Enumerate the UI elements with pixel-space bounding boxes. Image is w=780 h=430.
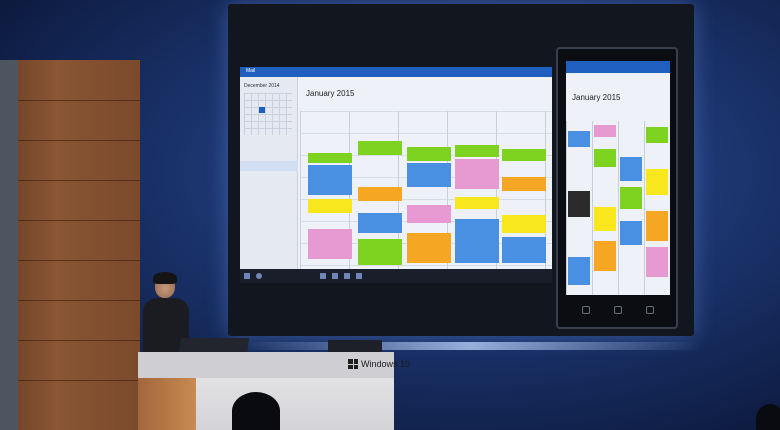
- calendar-event: [407, 163, 451, 187]
- calendar-event: [646, 211, 668, 241]
- podium-brand: Windows 10: [348, 357, 410, 371]
- podium-wood-panel: [138, 378, 196, 430]
- taskbar-app-icon: [320, 273, 326, 279]
- start-icon: [244, 273, 250, 279]
- audience-member: [756, 404, 780, 430]
- stage-light: [240, 342, 700, 350]
- phone-month-title: January 2015: [572, 93, 621, 102]
- mini-calendar-grid: [244, 93, 292, 135]
- presenter-hair: [153, 272, 177, 284]
- calendar-event: [502, 149, 546, 161]
- calendar-event: [646, 127, 668, 143]
- desktop-calendar-window: Mail December 2014 January 2015: [240, 67, 552, 283]
- mini-calendar-selected-day: [259, 107, 265, 113]
- calendar-event: [594, 125, 616, 137]
- calendar-event: [407, 147, 451, 161]
- calendar-event: [358, 213, 402, 233]
- calendar-event: [455, 197, 499, 209]
- wall-strip: [0, 60, 18, 430]
- home-icon: [614, 306, 622, 314]
- calendar-list-item: [240, 161, 298, 171]
- brand-text: Windows 10: [361, 359, 411, 369]
- phone-calendar-screen: January 2015: [566, 61, 670, 295]
- calendar-event: [620, 157, 642, 181]
- calendar-event: [502, 237, 546, 263]
- taskbar-app-icon: [356, 273, 362, 279]
- wood-wall: [0, 60, 140, 430]
- calendar-event: [308, 153, 352, 163]
- phone-device: January 2015: [556, 47, 678, 329]
- calendar-event: [620, 187, 642, 209]
- audience-member: [232, 392, 280, 430]
- search-icon: [646, 306, 654, 314]
- calendar-event: [502, 177, 546, 191]
- calendar-event: [455, 219, 499, 263]
- calendar-event: [358, 187, 402, 201]
- calendar-event: [407, 205, 451, 223]
- taskbar-app-icon: [344, 273, 350, 279]
- calendar-event: [358, 239, 402, 265]
- calendar-event: [594, 149, 616, 167]
- calendar-event: [455, 145, 499, 157]
- window-title: Mail: [246, 68, 256, 74]
- calendar-event: [407, 233, 451, 263]
- search-icon: [256, 273, 262, 279]
- calendar-event: [594, 241, 616, 271]
- calendar-event: [594, 207, 616, 231]
- calendar-event: [568, 257, 590, 285]
- mini-calendar-month: December 2014: [244, 83, 280, 89]
- calendar-event: [455, 159, 499, 189]
- calendar-event: [308, 165, 352, 195]
- back-icon: [582, 306, 590, 314]
- calendar-event: [620, 221, 642, 245]
- mini-calendar-pane: December 2014: [240, 77, 298, 269]
- calendar-event: [308, 199, 352, 213]
- calendar-event: [502, 215, 546, 233]
- taskbar-app-icon: [332, 273, 338, 279]
- calendar-event: [646, 169, 668, 195]
- calendar-event: [308, 229, 352, 259]
- calendar-event: [646, 247, 668, 277]
- calendar-event: [358, 141, 402, 155]
- phone-header: [566, 61, 670, 73]
- calendar-event: [568, 131, 590, 147]
- window-titlebar: Mail: [240, 67, 552, 77]
- calendar-event: [568, 191, 590, 217]
- taskbar: [240, 269, 552, 283]
- windows-logo-icon: [348, 359, 358, 369]
- phone-nav-buttons: [566, 301, 670, 321]
- month-title: January 2015: [306, 89, 355, 98]
